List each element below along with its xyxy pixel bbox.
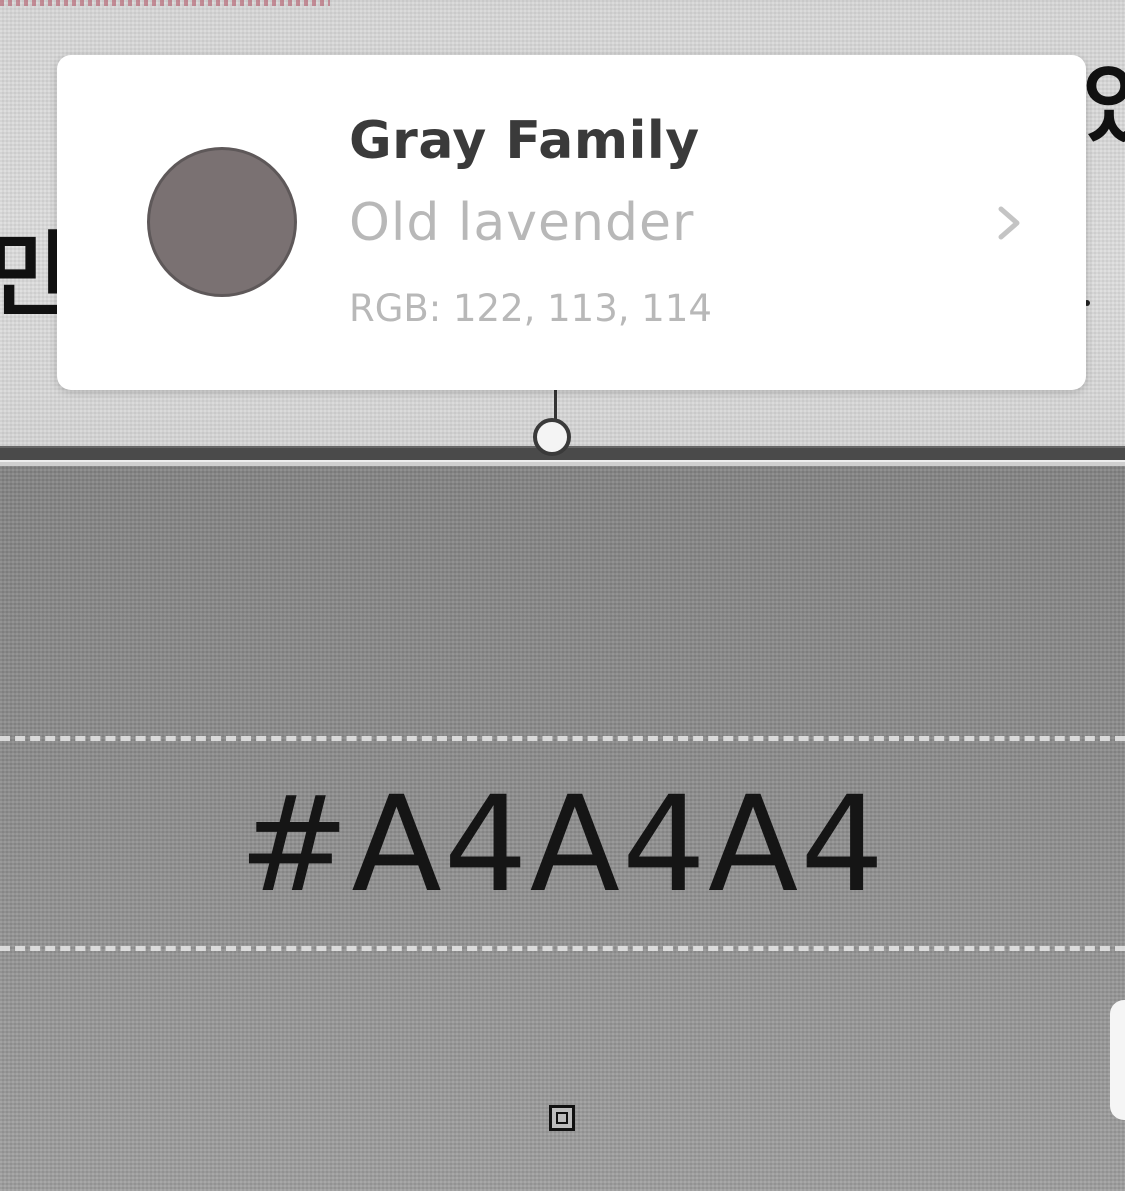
chevron-right-icon[interactable] [989,203,1029,243]
color-family-title: Gray Family [349,111,700,171]
background-dotted-underline [0,0,330,6]
camera-color-picker-view: 만 있 #A4A4A4 Gray Family Old lavender RGB… [0,0,1125,1191]
target-square-icon [549,1105,575,1131]
color-swatch-circle [147,147,297,297]
dashed-guide-top [0,736,1125,741]
rgb-value: RGB: 122, 113, 114 [349,287,712,330]
edge-handle [1110,1000,1125,1120]
dashed-guide-bottom [0,946,1125,951]
color-name: Old lavender [349,193,695,253]
picker-handle[interactable] [533,418,571,456]
background-glyph-right: 있 [1082,55,1125,155]
color-info-card[interactable]: Gray Family Old lavender RGB: 122, 113, … [57,55,1086,390]
hex-code-label: #A4A4A4 [238,768,887,922]
